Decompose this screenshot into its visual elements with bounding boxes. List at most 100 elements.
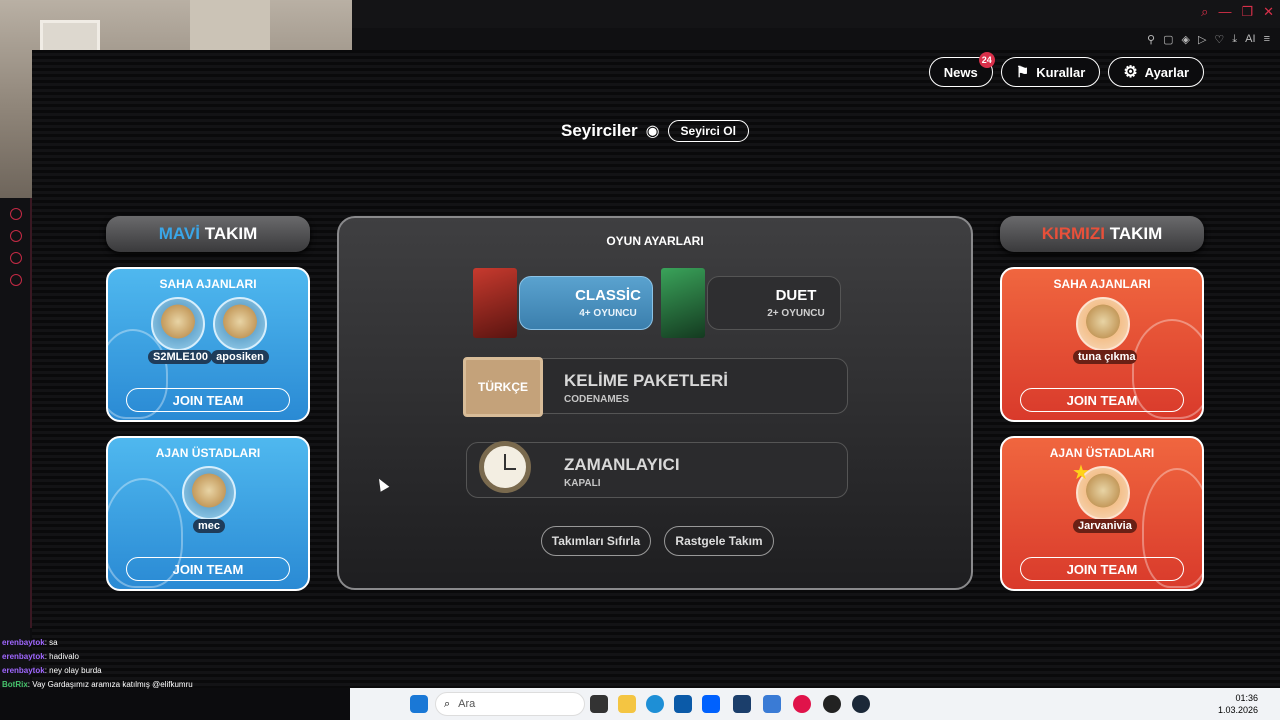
maximize-icon[interactable]: ❐: [1241, 4, 1253, 20]
gear-icon: ⚙: [1123, 64, 1138, 81]
turkish-pack-icon: TÜRKÇE: [463, 357, 543, 417]
opera-icon[interactable]: [793, 695, 811, 713]
blue-team-color-name: MAVİ: [158, 224, 200, 243]
player-avatar[interactable]: mec: [179, 466, 239, 538]
sidebar-play-icon[interactable]: [10, 208, 22, 220]
word-packs-value: CODENAMES: [564, 394, 630, 405]
sidebar-strip: [0, 198, 30, 688]
red-operatives-join-button[interactable]: JOIN TEAM: [1020, 388, 1184, 412]
chat-user: BotRix: [2, 680, 28, 689]
eye-icon: ◉: [645, 123, 660, 140]
taskbar-search[interactable]: ⌕ Ara: [435, 692, 585, 716]
word-packs-label: KELİME PAKETLERİ: [564, 371, 729, 390]
become-spectator-button[interactable]: Seyirci Ol: [667, 120, 749, 142]
codenames-duet-box-icon: [661, 268, 705, 338]
red-team-header: KIRMIZI TAKIM: [1000, 216, 1204, 252]
mail-icon[interactable]: [763, 695, 781, 713]
timer-value: KAPALI: [564, 478, 601, 489]
chat-message: erenbaytok: sa: [2, 636, 342, 650]
game-settings-panel: OYUN AYARLARI CLASSİC 4+ OYUNCU DUET 2+ …: [337, 216, 973, 590]
dog-avatar-icon: [182, 466, 236, 520]
timer-row[interactable]: ZAMANLAYICI KAPALI: [466, 441, 848, 498]
search-icon[interactable]: ⌕: [1201, 4, 1208, 20]
edge-icon[interactable]: [646, 695, 664, 713]
rules-button[interactable]: ⚑ Kurallar: [1000, 57, 1101, 87]
reset-teams-button[interactable]: Takımları Sıfırla: [541, 526, 651, 556]
top-buttons: News 24 ⚑ Kurallar ⚙ Ayarlar: [928, 52, 1204, 87]
player-avatar[interactable]: tuna çıkma: [1073, 297, 1137, 369]
heart-icon[interactable]: ♡: [1214, 33, 1224, 46]
blue-spymasters-join-button[interactable]: JOIN TEAM: [126, 557, 290, 581]
steam-icon[interactable]: [852, 695, 870, 713]
menu-icon[interactable]: ≡: [1264, 33, 1270, 45]
pin-icon[interactable]: ⚲: [1147, 33, 1155, 46]
sidebar-settings-icon[interactable]: [10, 274, 22, 286]
file-explorer-icon[interactable]: [618, 695, 636, 713]
settings-button[interactable]: ⚙ Ayarlar: [1108, 57, 1204, 87]
player-name: tuna çıkma: [1073, 350, 1137, 364]
blue-operatives-title: SAHA AJANLARI: [159, 277, 257, 291]
blue-operatives-card: SAHA AJANLARI S2MLE100 aposiken JOIN TEA…: [106, 267, 310, 422]
blue-team-header: MAVİ TAKIM: [106, 216, 310, 252]
close-icon[interactable]: ✕: [1263, 4, 1274, 20]
chat-user: erenbaytok: [2, 638, 45, 647]
red-spymasters-card: AJAN ÜSTADLARI Jarvanivia ★ JOIN TEAM: [1000, 436, 1204, 591]
shield-icon[interactable]: ◈: [1181, 33, 1189, 46]
mode-duet-button[interactable]: DUET 2+ OYUNCU: [707, 276, 841, 330]
task-view-icon[interactable]: [590, 695, 608, 713]
chat-text: : ney olay burda: [44, 666, 102, 675]
player-name: Jarvanivia: [1073, 519, 1137, 533]
chat-text: : Vay Gardaşımız aramıza katılmış @elifk…: [27, 680, 193, 689]
minimize-icon[interactable]: —: [1218, 4, 1231, 20]
dropbox-icon[interactable]: [702, 695, 720, 713]
chat-message: erenbaytok: hadivalo: [2, 650, 342, 664]
play-icon[interactable]: ▷: [1198, 33, 1206, 46]
browser-toolbar: ⚲ ▢ ◈ ▷ ♡ ⤓ AI ≡: [352, 28, 1280, 50]
mode-players: 2+ OYUNCU: [767, 308, 825, 319]
sidebar-extensions-icon[interactable]: [10, 252, 22, 264]
news-button[interactable]: News 24: [928, 52, 995, 87]
red-spymasters-title: AJAN ÜSTADLARI: [1049, 446, 1155, 460]
red-team-color-name: KIRMIZI: [1041, 224, 1105, 243]
windows-start-icon[interactable]: [410, 695, 428, 713]
rules-label: Kurallar: [1036, 64, 1086, 80]
player-avatar[interactable]: aposiken: [210, 297, 270, 369]
blue-spymasters-title: AJAN ÜSTADLARI: [155, 446, 261, 460]
red-operatives-title: SAHA AJANLARI: [1053, 277, 1151, 291]
star-icon: ★: [1072, 462, 1090, 484]
mode-label: CLASSİC: [575, 287, 641, 304]
game-settings-title: OYUN AYARLARI: [606, 234, 704, 248]
word-packs-row[interactable]: TÜRKÇE KELİME PAKETLERİ CODENAMES: [463, 357, 848, 417]
obs-icon[interactable]: [823, 695, 841, 713]
download-icon[interactable]: ⤓: [1232, 33, 1237, 46]
stopwatch-icon: [479, 441, 531, 493]
agent-avatar-icon: [213, 297, 267, 351]
taskbar-clock[interactable]: 01:36 1.03.2026: [1218, 692, 1258, 716]
news-label: News: [943, 64, 978, 80]
agent-avatar-icon: [1076, 297, 1130, 351]
player-avatar[interactable]: S2MLE100: [148, 297, 212, 369]
red-spymasters-join-button[interactable]: JOIN TEAM: [1020, 557, 1184, 581]
chat-user: erenbaytok: [2, 652, 45, 661]
ai-icon[interactable]: AI: [1245, 33, 1255, 45]
random-team-button[interactable]: Rastgele Takım: [664, 526, 774, 556]
mode-classic-button[interactable]: CLASSİC 4+ OYUNCU: [519, 276, 653, 330]
windows-taskbar: ⌕ Ara 01:36 1.03.2026: [350, 688, 1280, 720]
store-icon[interactable]: [674, 695, 692, 713]
player-name: aposiken: [211, 350, 269, 364]
clock-time: 01:36: [1235, 693, 1258, 703]
sidebar-history-icon[interactable]: [10, 230, 22, 242]
search-icon: ⌕: [444, 697, 451, 710]
blue-operatives-join-button[interactable]: JOIN TEAM: [126, 388, 290, 412]
chat-message: BotRix: Vay Gardaşımız aramıza katılmış …: [2, 678, 342, 692]
chat-text: : hadivalo: [44, 652, 79, 661]
photoshop-icon[interactable]: [733, 695, 751, 713]
settings-label: Ayarlar: [1144, 64, 1189, 80]
snapshot-icon[interactable]: ▢: [1163, 33, 1173, 46]
chat-text: : sa: [44, 638, 58, 647]
timer-label: ZAMANLAYICI: [564, 455, 680, 474]
codenames-box-icon: [473, 268, 517, 338]
player-name: S2MLE100: [148, 350, 212, 364]
search-placeholder: Ara: [458, 698, 476, 710]
clock-date: 1.03.2026: [1217, 705, 1258, 715]
